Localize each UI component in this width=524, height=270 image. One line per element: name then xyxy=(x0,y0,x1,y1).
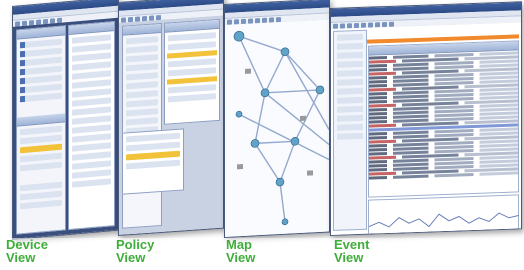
event-view-label-line2: View xyxy=(334,250,364,265)
policy-tree-pane xyxy=(122,128,184,195)
policy-list-pane xyxy=(122,22,162,229)
device-view-label: Device View xyxy=(6,238,48,264)
device-tree-pane xyxy=(16,25,66,235)
device-list-pane xyxy=(68,20,115,231)
map-view-screenshot xyxy=(224,0,330,238)
product-collage: Device View Policy View Map View Event V… xyxy=(0,0,524,270)
map-view-label: Map View xyxy=(226,238,255,264)
event-view-screenshot xyxy=(330,1,522,237)
floor-reflection xyxy=(0,238,524,270)
device-view-screenshot xyxy=(12,0,119,240)
device-view-body xyxy=(13,17,118,239)
event-view-body xyxy=(331,22,521,237)
policy-view-screenshot xyxy=(118,0,224,237)
device-view-label-line2: View xyxy=(6,250,36,265)
policy-view-label: Policy View xyxy=(116,238,154,264)
policy-detail-pane xyxy=(164,18,220,125)
event-log-table xyxy=(368,40,519,198)
map-view-label-line2: View xyxy=(226,250,256,265)
event-view-label: Event View xyxy=(334,238,369,264)
policy-view-body xyxy=(119,15,223,235)
event-sidebar xyxy=(333,29,367,231)
policy-view-label-line2: View xyxy=(116,250,146,265)
event-timeline-chart xyxy=(368,194,520,237)
network-map-graphic xyxy=(233,30,329,226)
